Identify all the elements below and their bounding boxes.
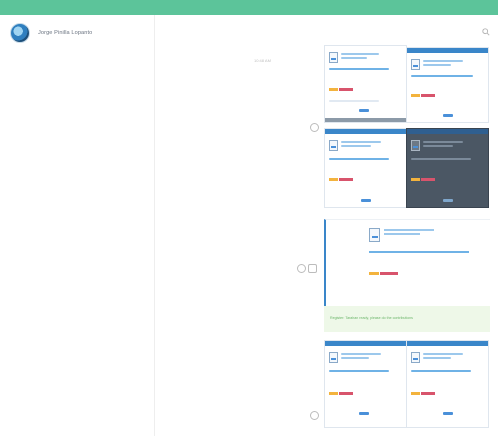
reaction-icon[interactable]: [310, 411, 319, 420]
sidebar: Jorge Pinilla Lopanto: [0, 15, 155, 436]
profile-name: Jorge Pinilla Lopanto: [38, 30, 93, 36]
shared-post-card[interactable]: [406, 47, 489, 123]
shared-post-card[interactable]: [324, 340, 407, 428]
document-icon: [329, 52, 338, 63]
document-icon: [329, 140, 338, 151]
conversation-pane: 10:48 AM Register: Tarahan ready, please…: [156, 15, 498, 436]
shared-post-card[interactable]: [324, 45, 407, 123]
shared-post-card[interactable]: [324, 219, 490, 316]
shared-post-card[interactable]: [406, 128, 489, 208]
document-icon: [411, 59, 420, 70]
top-accent-bar: [0, 0, 498, 15]
shared-post-card[interactable]: [324, 128, 407, 208]
notification-banner: Register: Tarahan ready, please do the c…: [324, 306, 490, 332]
document-icon: [411, 140, 420, 151]
profile[interactable]: Jorge Pinilla Lopanto: [10, 23, 92, 43]
document-icon: [329, 352, 338, 363]
reaction-icon[interactable]: [310, 123, 319, 132]
document-icon: [369, 228, 380, 242]
banner-text: Register: Tarahan ready, please do the c…: [330, 316, 413, 320]
avatar[interactable]: [10, 23, 30, 43]
document-icon: [411, 352, 420, 363]
reaction-icon[interactable]: [297, 264, 306, 273]
message-time: 10:48 AM: [254, 58, 271, 63]
search-icon[interactable]: [482, 28, 490, 36]
reaction-icon[interactable]: [308, 264, 317, 273]
shared-post-card[interactable]: [406, 340, 489, 428]
